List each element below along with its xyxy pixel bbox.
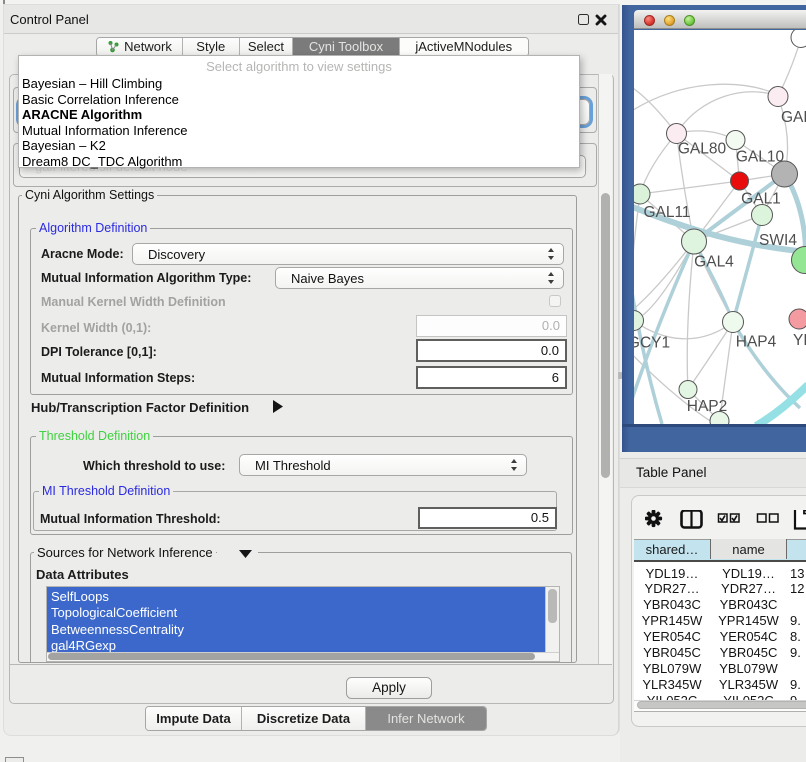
svg-text:HAP4: HAP4 — [736, 334, 777, 351]
svg-text:GAL1: GAL1 — [741, 191, 781, 208]
svg-text:GAL11: GAL11 — [643, 204, 690, 221]
svg-text:GAL80: GAL80 — [678, 141, 727, 158]
svg-text:SWI4: SWI4 — [759, 232, 797, 249]
svg-text:GAL10: GAL10 — [736, 149, 785, 166]
svg-text:HAP2: HAP2 — [687, 398, 728, 415]
svg-text:GCY1: GCY1 — [634, 335, 670, 352]
svg-text:GAL7: GAL7 — [781, 109, 806, 126]
svg-text:YD: YD — [793, 332, 806, 349]
svg-text:GAL4: GAL4 — [694, 254, 734, 271]
